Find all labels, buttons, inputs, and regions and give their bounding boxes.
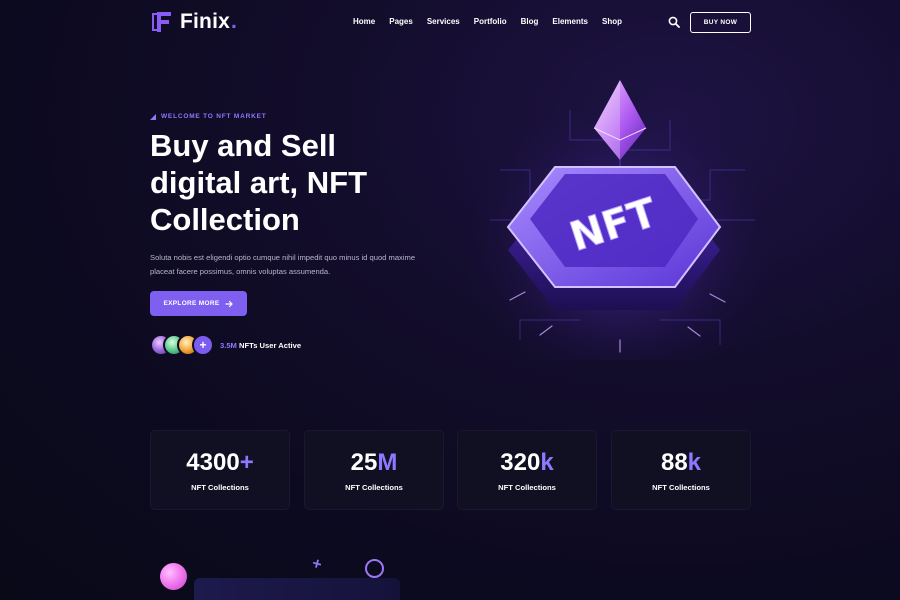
next-section-card (194, 578, 400, 600)
add-user-button[interactable]: + (192, 334, 214, 356)
nav-item-portfolio[interactable]: Portfolio (474, 17, 507, 26)
nav-item-home[interactable]: Home (353, 17, 375, 26)
nav-item-elements[interactable]: Elements (552, 17, 588, 26)
search-icon[interactable] (668, 16, 680, 28)
stat-label: NFT Collections (498, 483, 556, 492)
brand-logo[interactable]: Finix . (150, 10, 237, 34)
hero-title-line-1: Buy and Sell (150, 128, 337, 163)
nav-item-blog[interactable]: Blog (521, 17, 539, 26)
users-count: 3.5M (220, 341, 237, 350)
nav-item-services[interactable]: Services (427, 17, 460, 26)
users-active-text: 3.5M NFTs User Active (220, 341, 301, 350)
triangle-icon (150, 113, 156, 120)
stat-label: NFT Collections (191, 483, 249, 492)
eyebrow-text: WELCOME TO NFT MARKET (161, 113, 267, 120)
brand-name: Finix (180, 10, 231, 33)
plus-decor-icon: + (310, 555, 324, 574)
stat-label: NFT Collections (652, 483, 710, 492)
hero-title-line-3: Collection (150, 202, 300, 237)
explore-more-label: EXPLORE MORE (163, 300, 220, 307)
stat-value: 88k (660, 449, 702, 476)
hero-description-line-1: Soluta nobis est eligendi optio cumque n… (150, 253, 416, 262)
stat-card: 4300+ NFT Collections (150, 430, 290, 510)
user-avatars: + (150, 334, 214, 358)
main-nav: Home Pages Services Portfolio Blog Eleme… (353, 17, 622, 26)
explore-more-button[interactable]: EXPLORE MORE (150, 291, 247, 316)
brand-dot: . (231, 10, 237, 33)
stat-value: 4300+ (186, 449, 254, 476)
nav-item-shop[interactable]: Shop (602, 17, 622, 26)
arrow-right-icon (225, 300, 234, 307)
stat-value: 25M (350, 449, 398, 476)
stat-card: 88k NFT Collections (611, 430, 751, 510)
stat-card: 25M NFT Collections (304, 430, 444, 510)
decorative-ball (160, 563, 187, 590)
stat-value: 320k (500, 449, 554, 476)
ring-decor-icon (365, 559, 384, 578)
hero-title-line-2: digital art, NFT (150, 165, 367, 200)
hero-title: Buy and Sell digital art, NFT Collection (150, 127, 450, 238)
site-header: Finix . Home Pages Services Portfolio Bl… (0, 0, 900, 46)
stat-card: 320k NFT Collections (457, 430, 597, 510)
hero-eyebrow: WELCOME TO NFT MARKET (150, 113, 267, 120)
users-label: NFTs User Active (239, 341, 302, 350)
hero-description-line-2: placeat facere possimus, omnis voluptas … (150, 267, 331, 276)
logo-icon (152, 12, 171, 32)
stat-label: NFT Collections (345, 483, 403, 492)
nft-illustration: NFT (470, 70, 770, 360)
nav-item-pages[interactable]: Pages (389, 17, 413, 26)
hero-description: Soluta nobis est eligendi optio cumque n… (150, 251, 440, 279)
buy-now-button[interactable]: BUY NOW (690, 12, 751, 33)
